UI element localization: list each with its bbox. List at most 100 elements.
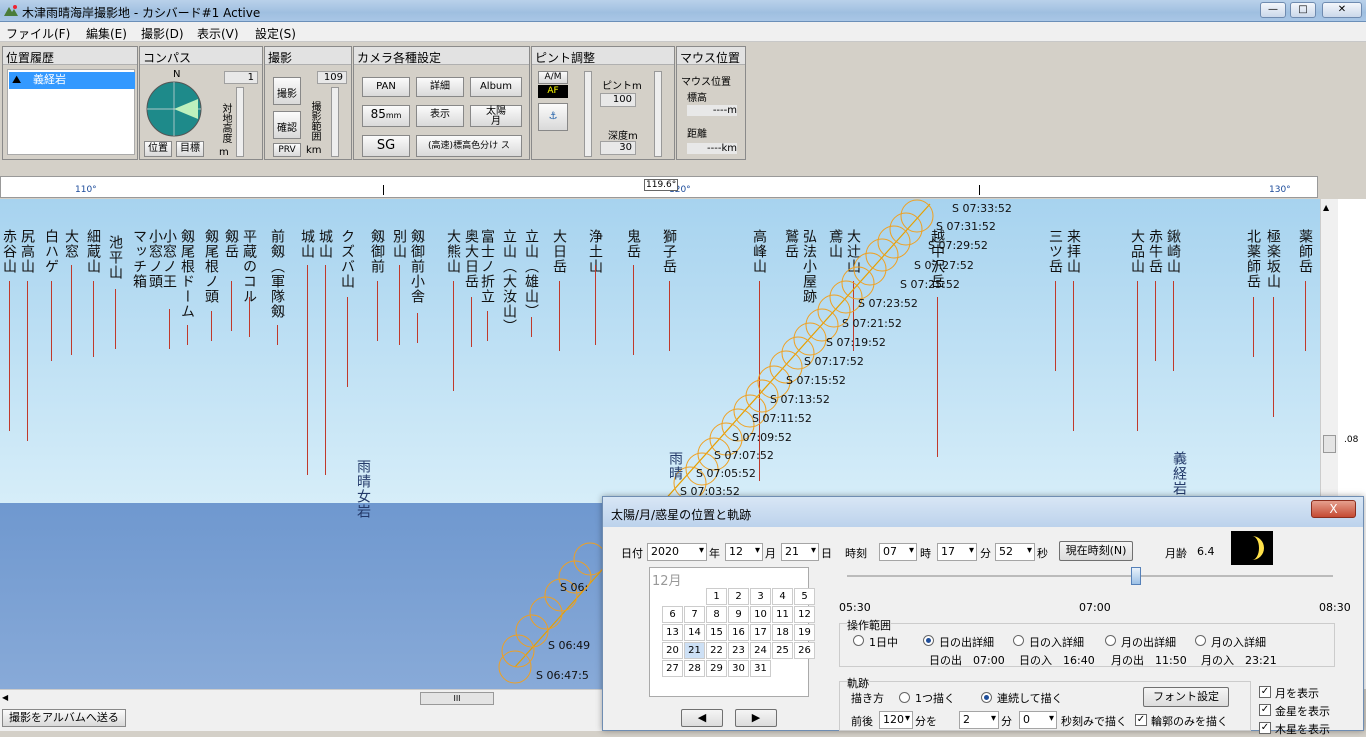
calendar-day[interactable]: 19	[794, 624, 815, 641]
calendar-day[interactable]: 4	[772, 588, 793, 605]
op-radio-allday[interactable]	[853, 635, 864, 646]
calendar-month: 12月	[652, 574, 682, 589]
calendar-day[interactable]: 3	[750, 588, 771, 605]
dialog-close-button[interactable]: X	[1311, 500, 1356, 518]
sun-moon-button[interactable]: 太陽月	[470, 105, 522, 127]
outline-checkbox[interactable]: ✓	[1135, 714, 1147, 726]
month-select[interactable]: 12	[725, 543, 763, 561]
op-radio-moonrise[interactable]	[1105, 635, 1116, 646]
font-settings-button[interactable]: フォント設定	[1143, 687, 1229, 707]
prev-button[interactable]: ◀	[681, 709, 723, 727]
hour-select[interactable]: 07	[879, 543, 917, 561]
calendar-day[interactable]: 24	[750, 642, 771, 659]
calendar-day[interactable]: 7	[684, 606, 705, 623]
calendar-day[interactable]: 26	[794, 642, 815, 659]
step-seconds-input[interactable]: 0	[1019, 711, 1057, 729]
send-to-album-button[interactable]: 撮影をアルバムへ送る	[2, 709, 126, 727]
calendar-day[interactable]: 9	[728, 606, 749, 623]
year-select[interactable]: 2020	[647, 543, 707, 561]
minute-select[interactable]: 17	[937, 543, 977, 561]
range-minutes-input[interactable]: 120	[879, 711, 913, 729]
hscroll-thumb[interactable]: III	[420, 692, 494, 705]
calendar-day[interactable]: 11	[772, 606, 793, 623]
draw-radio-single[interactable]	[899, 692, 910, 703]
menu-shoot[interactable]: 撮影(D)	[141, 25, 184, 42]
compass-pos-button[interactable]: 位置	[144, 141, 172, 157]
op-sunset-label: 日の入詳細	[1029, 636, 1084, 649]
detail-button[interactable]: 詳細	[416, 77, 464, 97]
calendar-day[interactable]: 23	[728, 642, 749, 659]
check-button[interactable]: 確認	[273, 111, 301, 139]
calendar-day[interactable]: 14	[684, 624, 705, 641]
history-item[interactable]: 義経岩	[9, 72, 135, 89]
scroll-up-icon[interactable]: ▲	[1323, 203, 1329, 212]
focus-value: 100	[600, 93, 636, 107]
time-slider-thumb[interactable]	[1131, 567, 1141, 585]
calendar-day[interactable]: 13	[662, 624, 683, 641]
color-mode-button[interactable]: (高速)標高色分け ス	[416, 135, 522, 157]
show-moon-checkbox[interactable]: ✓	[1259, 686, 1271, 698]
menu-edit[interactable]: 編集(E)	[86, 25, 127, 42]
altitude-unit: m	[219, 147, 229, 158]
menu-file[interactable]: ファイル(F)	[6, 25, 70, 42]
next-button[interactable]: ▶	[735, 709, 777, 727]
calendar-day[interactable]: 18	[772, 624, 793, 641]
am-button[interactable]: A/M	[538, 71, 568, 84]
minimize-button[interactable]: —	[1260, 2, 1286, 18]
draw-radio-continuous[interactable]	[981, 692, 992, 703]
menu-view[interactable]: 表示(V)	[197, 25, 239, 42]
calendar-day[interactable]: 30	[728, 660, 749, 677]
calendar-day[interactable]: 27	[662, 660, 683, 677]
calendar-day[interactable]: 2	[728, 588, 749, 605]
calendar-day[interactable]: 29	[706, 660, 727, 677]
calendar-day[interactable]: 15	[706, 624, 727, 641]
calendar-day[interactable]: 22	[706, 642, 727, 659]
now-button[interactable]: 現在時刻(N)	[1059, 541, 1133, 561]
calendar-day[interactable]: 5	[794, 588, 815, 605]
focus-point-button[interactable]: ⚓	[538, 103, 568, 131]
calendar-day[interactable]: 12	[794, 606, 815, 623]
calendar-day[interactable]: 20	[662, 642, 683, 659]
album-button[interactable]: Album	[470, 77, 522, 97]
calendar-day[interactable]: 25	[772, 642, 793, 659]
step-minutes-input[interactable]: 2	[959, 711, 999, 729]
op-radio-sunset[interactable]	[1013, 635, 1024, 646]
close-button[interactable]: ✕	[1322, 2, 1362, 18]
calendar-day[interactable]: 10	[750, 606, 771, 623]
calendar-day-selected[interactable]: 21	[684, 642, 705, 659]
calendar-day[interactable]: 8	[706, 606, 727, 623]
shoot-title: 撮影	[265, 47, 351, 65]
scroll-left-icon[interactable]: ◀	[2, 693, 8, 702]
focus-slider[interactable]	[584, 71, 592, 157]
day-select[interactable]: 21	[781, 543, 819, 561]
pan-button[interactable]: PAN	[362, 77, 410, 97]
lens-button[interactable]: 85mm	[362, 105, 410, 127]
show-jupiter-checkbox[interactable]: ✓	[1259, 722, 1271, 734]
depth-slider[interactable]	[654, 71, 662, 157]
op-radio-sunrise[interactable]	[923, 635, 934, 646]
altitude-slider[interactable]	[236, 87, 244, 157]
calendar-day[interactable]: 6	[662, 606, 683, 623]
prv-button[interactable]: PRV	[273, 143, 301, 157]
calendar-day[interactable]: 16	[728, 624, 749, 641]
maximize-button[interactable]: □	[1290, 2, 1316, 18]
calendar-day[interactable]: 28	[684, 660, 705, 677]
shoot-button[interactable]: 撮影	[273, 77, 301, 105]
compass-target-button[interactable]: 目標	[176, 141, 204, 157]
op-radio-moonset[interactable]	[1195, 635, 1206, 646]
horizontal-scrollbar[interactable]: ◀ III	[0, 689, 604, 707]
elev-label: 標高	[687, 93, 707, 104]
display-button[interactable]: 表示	[416, 105, 464, 127]
calendar-day[interactable]: 31	[750, 660, 771, 677]
sg-button[interactable]: SG	[362, 135, 410, 157]
second-select[interactable]: 52	[995, 543, 1035, 561]
time-slider-track[interactable]	[847, 575, 1333, 577]
show-venus-checkbox[interactable]: ✓	[1259, 704, 1271, 716]
range-slider[interactable]	[331, 87, 339, 157]
calendar[interactable]: 12月 1 2 3 4 5 6 7 8 9 10 11 12 13 14 15 …	[649, 567, 815, 697]
menu-settings[interactable]: 設定(S)	[255, 25, 296, 42]
scroll-thumb[interactable]	[1323, 435, 1336, 453]
calendar-day[interactable]: 17	[750, 624, 771, 641]
compass-dial[interactable]	[146, 81, 202, 137]
calendar-day[interactable]: 1	[706, 588, 727, 605]
